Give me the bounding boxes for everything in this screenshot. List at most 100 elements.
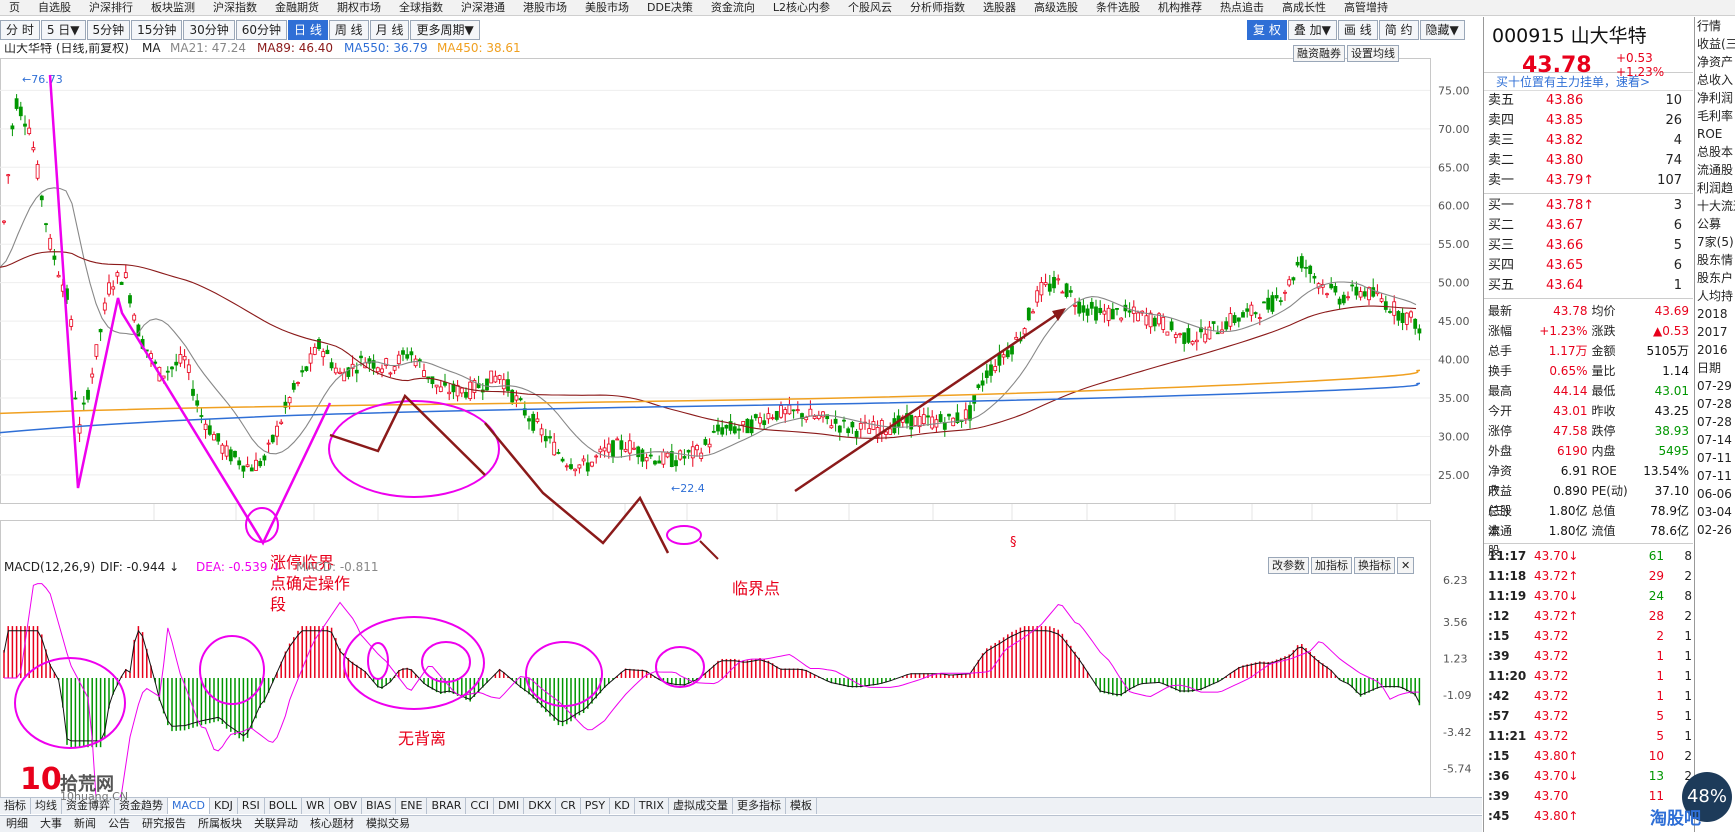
indicator-tab-1[interactable]: 均线 [31, 798, 62, 814]
nav-item-5[interactable]: 金融期货 [266, 0, 328, 15]
indicator-tab-7[interactable]: BOLL [265, 798, 303, 814]
candle-body [1173, 334, 1178, 338]
bottom-tab-2[interactable]: 新闻 [68, 816, 102, 832]
stat-label: 流通股 [1488, 524, 1513, 558]
period-tab-9[interactable]: 更多周期▼ [410, 20, 480, 40]
period-tab-6[interactable]: 日 线 [288, 20, 328, 40]
nav-item-18[interactable]: 条件选股 [1087, 0, 1149, 15]
candle-body [90, 373, 95, 378]
macd-axis-label: 1.23 [1443, 653, 1468, 666]
candle-body [1383, 301, 1388, 310]
indicator-tab-18[interactable]: KD [610, 798, 635, 814]
indicator-tab-14[interactable]: DMI [494, 798, 525, 814]
nav-item-1[interactable]: 自选股 [29, 0, 80, 15]
nav-item-2[interactable]: 沪深排行 [80, 0, 142, 15]
trend-arrow-line [794, 309, 1063, 493]
macd-button-3[interactable]: ✕ [1397, 557, 1415, 574]
nav-item-21[interactable]: 高成长性 [1273, 0, 1335, 15]
nav-item-0[interactable]: 页 [0, 0, 29, 15]
nav-item-4[interactable]: 沪深指数 [204, 0, 266, 15]
macd-button-2[interactable]: 换指标 [1354, 557, 1395, 574]
chart-tool-3[interactable]: 简 约 [1378, 20, 1419, 40]
far-right-panel: 行情收益(三净资产总收入净利润毛利率 ROE 总股本流通股利润趋十大流通公募 7家(5… [1694, 17, 1735, 832]
candle-body [1278, 300, 1283, 303]
indicator-tab-17[interactable]: PSY [581, 798, 611, 814]
period-tab-0[interactable]: 分 时 [0, 20, 40, 40]
indicator-tab-16[interactable]: CR [556, 798, 581, 814]
nav-item-13[interactable]: L2核心内参 [764, 0, 839, 15]
macd-button-0[interactable]: 改参数 [1268, 557, 1309, 574]
nav-item-16[interactable]: 选股器 [974, 0, 1025, 15]
macd-button-1[interactable]: 加指标 [1311, 557, 1352, 574]
bid-row-4: 买五 43.64 1 [1484, 276, 1693, 296]
period-tab-7[interactable]: 周 线 [328, 20, 369, 40]
bottom-tab-6[interactable]: 关联异动 [248, 816, 304, 832]
chart-tool-2[interactable]: 画 线 [1337, 20, 1378, 40]
period-tab-1[interactable]: 5 日▼ [40, 20, 86, 40]
nav-item-20[interactable]: 热点追击 [1211, 0, 1273, 15]
nav-item-7[interactable]: 全球指数 [390, 0, 452, 15]
indicator-tab-19[interactable]: TRIX [635, 798, 669, 814]
chart-tool-4[interactable]: 隐藏▼ [1419, 20, 1465, 40]
bottom-tab-4[interactable]: 研究报告 [136, 816, 192, 832]
chart-tool-1[interactable]: 叠 加▼ [1287, 20, 1337, 40]
indicator-tab-12[interactable]: BRAR [427, 798, 467, 814]
tick-price: 43.72↑ [1534, 609, 1579, 623]
nav-item-8[interactable]: 沪深港通 [452, 0, 514, 15]
indicator-tab-11[interactable]: ENE [396, 798, 428, 814]
indicator-tab-8[interactable]: WR [302, 798, 330, 814]
indicator-tab-6[interactable]: RSI [238, 798, 265, 814]
bottom-tab-8[interactable]: 模拟交易 [360, 816, 416, 832]
ma550-value: MA550: 36.79 [344, 43, 428, 55]
nav-item-14[interactable]: 个股风云 [839, 0, 901, 15]
period-tab-3[interactable]: 15分钟 [131, 20, 183, 40]
ask-volume: 74 [1665, 153, 1682, 168]
period-tab-4[interactable]: 30分钟 [183, 20, 235, 40]
period-tab-8[interactable]: 月 线 [369, 20, 410, 40]
indicator-tab-13[interactable]: CCI [466, 798, 494, 814]
far-right-item-2: 净资产 [1697, 55, 1734, 69]
candle-body [963, 409, 968, 420]
nav-item-12[interactable]: 资金流向 [702, 0, 764, 15]
candle-body [1148, 312, 1153, 328]
nav-item-15[interactable]: 分析师指数 [901, 0, 974, 15]
candle-body [56, 274, 61, 278]
indicator-tab-20[interactable]: 虚拟成交量 [669, 798, 733, 814]
chart-area[interactable]: 山大华特 (日线,前复权) MA MA21: 47.24 MA89: 46.40… [0, 40, 1482, 832]
period-tab-5[interactable]: 60分钟 [235, 20, 287, 40]
ma89-value: MA89: 46.40 [257, 43, 333, 55]
candle-body [1215, 332, 1220, 335]
nav-item-19[interactable]: 机构推荐 [1149, 0, 1211, 15]
nav-item-6[interactable]: 期权市场 [328, 0, 390, 15]
tick-row-4: :15 43.72 2 1 [1484, 626, 1693, 646]
indicator-tab-5[interactable]: KDJ [210, 798, 238, 814]
chart-tool-0[interactable]: 复 权 [1247, 20, 1287, 40]
kline-chart[interactable]: 山大华特 (日线,前复权) MA MA21: 47.24 MA89: 46.40… [0, 40, 1482, 832]
nav-item-9[interactable]: 港股市场 [514, 0, 576, 15]
nav-item-17[interactable]: 高级选股 [1025, 0, 1087, 15]
indicator-tab-10[interactable]: BIAS [362, 798, 397, 814]
indicator-tab-21[interactable]: 更多指标 [733, 798, 786, 814]
nav-item-3[interactable]: 板块监测 [142, 0, 204, 15]
indicator-tab-0[interactable]: 指标 [0, 798, 31, 814]
nav-item-10[interactable]: 美股市场 [576, 0, 638, 15]
bottom-tab-3[interactable]: 公告 [102, 816, 136, 832]
indicator-tab-9[interactable]: OBV [330, 798, 363, 814]
bottom-tab-7[interactable]: 核心题材 [304, 816, 360, 832]
indicator-tab-22[interactable]: 模板 [786, 798, 817, 814]
bottom-tab-0[interactable]: 明细 [0, 816, 34, 832]
price-axis-label: 50.00 [1438, 277, 1470, 290]
far-right-item-7: 总股本 [1697, 145, 1734, 159]
bid-volume: 5 [1673, 238, 1682, 253]
bottom-tab-5[interactable]: 所属板块 [192, 816, 248, 832]
indicator-tab-15[interactable]: DKX [524, 798, 557, 814]
candle-body [1031, 311, 1035, 314]
period-tab-2[interactable]: 5分钟 [86, 20, 131, 40]
bottom-tab-1[interactable]: 大事 [34, 816, 68, 832]
indicator-tab-4[interactable]: MACD [168, 798, 210, 814]
nav-item-22[interactable]: 高管增持 [1335, 0, 1397, 15]
candle-body [489, 370, 494, 384]
margin-trading-button[interactable]: 融资融券 [1293, 45, 1345, 62]
nav-item-11[interactable]: DDE决策 [638, 0, 702, 15]
ma-settings-button[interactable]: 设置均线 [1347, 45, 1399, 62]
